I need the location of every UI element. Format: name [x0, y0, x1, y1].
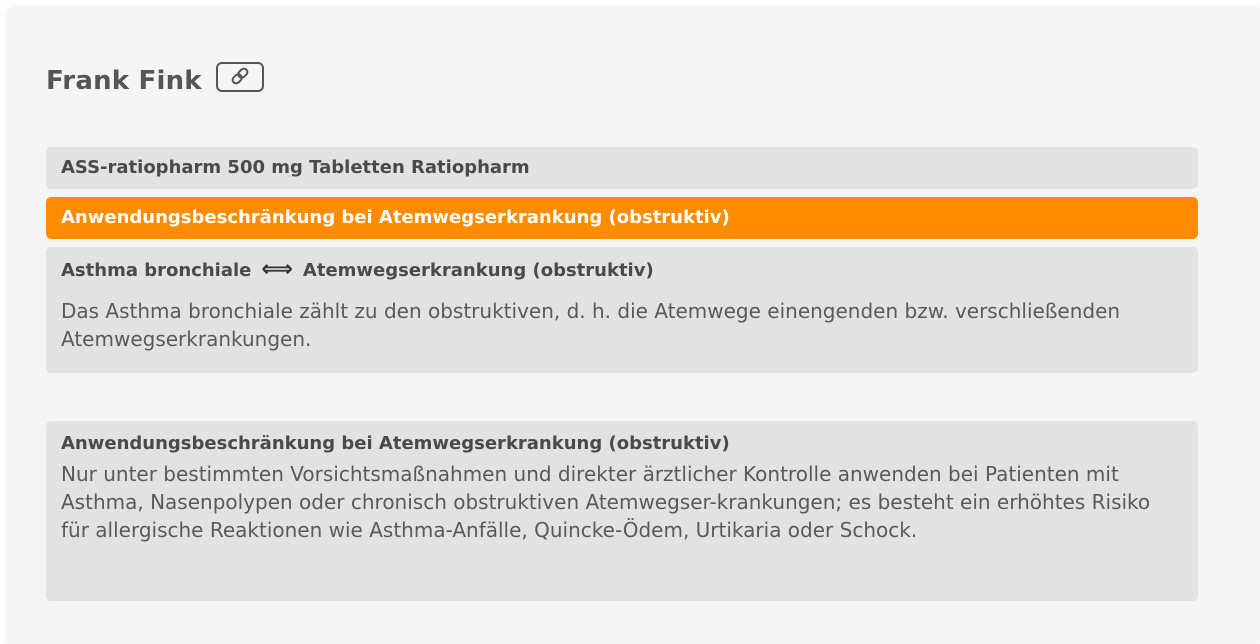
double-arrow-icon: ⟺: [261, 257, 293, 282]
interaction-right: Atemwegserkrankung (obstruktiv): [302, 259, 654, 281]
restriction-text: Nur unter bestimmten Vorsichtsmaßnahmen …: [61, 462, 1151, 542]
patient-name: Frank Fink: [46, 66, 202, 96]
warning-bar[interactable]: Anwendungsbeschränkung bei Atemwegserkra…: [46, 197, 1198, 239]
warning-label: Anwendungsbeschränkung bei Atemwegserkra…: [61, 207, 730, 228]
restriction-detail: Anwendungsbeschränkung bei Atemwegserkra…: [46, 421, 1198, 601]
link-button[interactable]: [215, 62, 264, 92]
patient-header: Frank Fink: [46, 62, 264, 96]
interaction-left: Asthma bronchiale: [61, 259, 252, 281]
link-icon: [228, 64, 252, 91]
interaction-title: Asthma bronchiale ⟺ Atemwegserkrankung (…: [61, 259, 1183, 281]
product-label: ASS-ratiopharm 500 mg Tabletten Ratiopha…: [61, 157, 530, 178]
patient-card: Frank Fink ASS-ratiopharm 500 mg Tablett…: [8, 8, 1260, 644]
product-bar[interactable]: ASS-ratiopharm 500 mg Tabletten Ratiopha…: [46, 147, 1198, 189]
restriction-title: Anwendungsbeschränkung bei Atemwegserkra…: [61, 433, 730, 454]
interaction-detail: Asthma bronchiale ⟺ Atemwegserkrankung (…: [46, 247, 1198, 373]
interaction-text: Das Asthma bronchiale zählt zu den obstr…: [61, 299, 1121, 351]
